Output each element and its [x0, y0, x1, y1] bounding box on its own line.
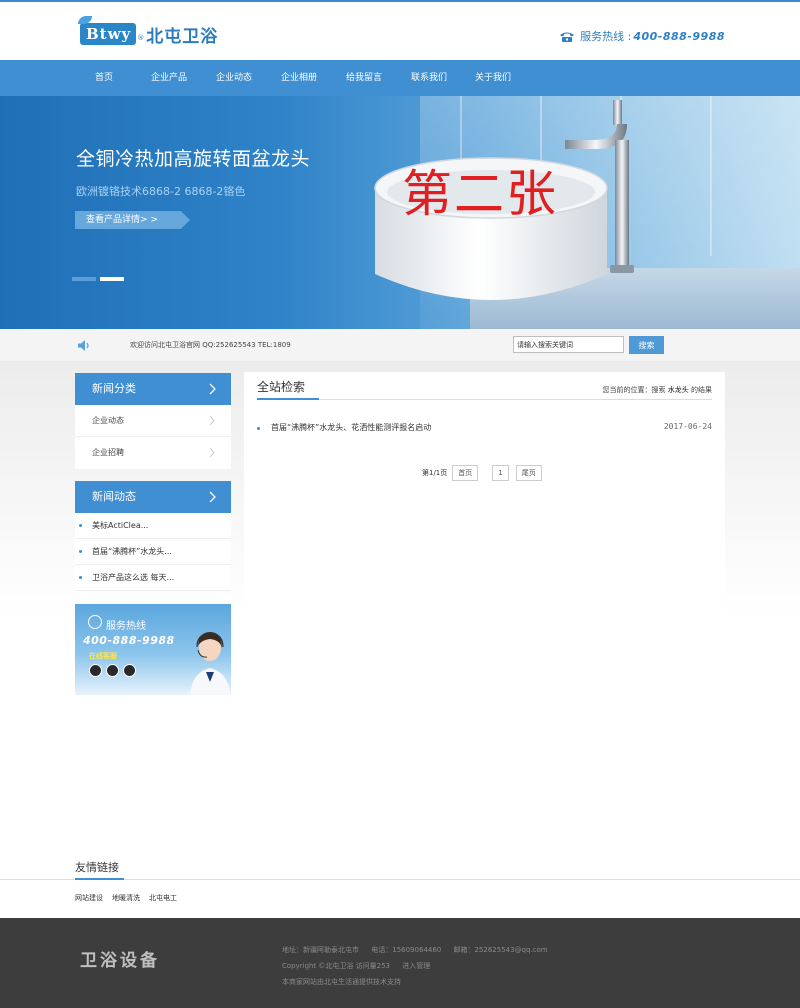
category-item-jobs[interactable]: 企业招聘: [75, 437, 231, 469]
search-input[interactable]: [513, 336, 624, 353]
page-info: 第1/1页: [422, 469, 448, 477]
search-button[interactable]: 搜索: [629, 336, 664, 354]
hotline-label: 服务热线 :: [580, 30, 632, 43]
hotline-number: 400-888-9988: [633, 29, 725, 43]
news-list-item[interactable]: 卫浴产品这么选 每天...: [75, 565, 231, 591]
last-page-button[interactable]: 尾页: [515, 465, 542, 481]
footer-email: 邮箱：252625543@qq.com: [453, 946, 548, 954]
registered-mark: ®: [137, 34, 145, 42]
category-item-news[interactable]: 企业动态: [75, 405, 231, 437]
footer-contact-line: 地址：新疆阿勒泰北屯市 电话：15609064460 邮箱：252625543@…: [282, 945, 558, 955]
search-keyword: 水龙头: [667, 386, 689, 394]
notice-bar: 欢迎访问北屯卫浴官网 QQ:252625543 TEL:1809 搜索: [0, 329, 800, 362]
footer-phone: 电话：15609064460: [371, 946, 442, 954]
header-hotline: 服务热线 : 400-888-9988: [559, 28, 725, 44]
telephone-icon: [560, 32, 575, 42]
category-title: 新闻分类: [92, 382, 136, 395]
banner-title: 全铜冷热加高旋转面盆龙头: [76, 148, 311, 170]
customer-service-agent-image: [190, 632, 231, 695]
friend-link[interactable]: 地暖清洗: [112, 893, 140, 903]
news-header: 新闻动态: [75, 481, 231, 513]
main-nav: 首页 企业产品 企业动态 企业相册 给我留言 联系我们 关于我们: [0, 60, 800, 96]
footer-copyright: Copyright ©北屯卫浴 访问量253: [282, 962, 391, 970]
banner-details-button[interactable]: 查看产品详情> >: [75, 211, 190, 229]
news-list-item[interactable]: 美标ActiClea...: [75, 513, 231, 539]
result-row: 首届“沸腾杯”水龙头、花洒性能测评报名启动 2017-06-24: [257, 422, 712, 436]
panel-title: 全站检索: [257, 380, 306, 394]
banner-subtitle: 欧洲镀铬技术6868-2 6868-2铬色: [76, 185, 246, 198]
breadcrumb: 您当前的位置：搜索 水龙头 的结果: [602, 386, 712, 394]
faucet-image: [565, 100, 634, 273]
chevron-right-icon: [209, 383, 216, 395]
friend-links-underline: [75, 878, 124, 880]
bullet-icon: [257, 427, 260, 430]
nav-album[interactable]: 企业相册: [274, 60, 324, 96]
pagination: 第1/1页 首页 1 尾页: [422, 465, 542, 481]
slide-dot-1[interactable]: [72, 277, 96, 281]
site-header: Btwy ® 北屯卫浴 服务热线 : 400-888-9988: [0, 2, 800, 60]
nav-products[interactable]: 企业产品: [144, 60, 194, 96]
site-footer: 卫浴设备 地址：新疆阿勒泰北屯市 电话：15609064460 邮箱：25262…: [0, 918, 800, 1008]
nav-news[interactable]: 企业动态: [209, 60, 259, 96]
chevron-right-icon: [209, 491, 216, 503]
service-number: 400-888-9988: [83, 634, 175, 647]
result-title-link[interactable]: 首届“沸腾杯”水龙头、花洒性能测评报名启动: [271, 422, 431, 433]
friend-links-list: 网站建设 地暖清洗 北屯电工: [75, 893, 177, 903]
leaf-icon: [78, 16, 92, 24]
footer-support: 本商家网站由北屯生活通提供技术支持: [282, 978, 401, 986]
banner-slide-stamp: 第二张: [402, 165, 558, 223]
phone-circle-icon: [88, 615, 102, 629]
footer-logo: 卫浴设备: [80, 951, 160, 971]
friend-links-title: 友情链接: [75, 861, 119, 874]
chevron-right-icon: [209, 415, 215, 426]
footer-copyright-line: Copyright ©北屯卫浴 访问量253 进入管理: [282, 961, 430, 971]
nav-about[interactable]: 关于我们: [468, 60, 518, 96]
friend-link[interactable]: 北屯电工: [149, 893, 177, 903]
news-list-item[interactable]: 首届“沸腾杯”水龙头...: [75, 539, 231, 565]
admin-login-link[interactable]: 进入管理: [402, 962, 430, 970]
service-title: 服务热线: [106, 621, 146, 632]
nav-contact[interactable]: 联系我们: [404, 60, 454, 96]
online-service-label: 在线客服: [89, 652, 117, 660]
chevron-right-icon: [209, 447, 215, 458]
logo-name: 北屯卫浴: [146, 26, 219, 47]
logo-badge: Btwy: [78, 16, 137, 45]
site-logo[interactable]: Btwy ® 北屯卫浴: [78, 16, 219, 49]
news-dynamics-box: 新闻动态 美标ActiClea... 首届“沸腾杯”水龙头... 卫浴产品这么选…: [75, 481, 231, 591]
page-1-button[interactable]: 1: [492, 465, 509, 481]
category-header: 新闻分类: [75, 373, 231, 405]
nav-home[interactable]: 首页: [82, 60, 126, 96]
bullet-icon: [79, 576, 82, 579]
panel-title-underline: [257, 398, 319, 400]
result-date: 2017-06-24: [663, 422, 712, 431]
welcome-notice: 欢迎访问北屯卫浴官网 QQ:252625543 TEL:1809: [130, 341, 291, 349]
banner-slide-dots: [72, 277, 124, 281]
slide-dot-2[interactable]: [100, 277, 124, 281]
news-title: 新闻动态: [92, 490, 136, 503]
qq-icon[interactable]: [123, 664, 136, 677]
service-hotline-banner[interactable]: 服务热线 400-888-9988 在线客服: [75, 604, 231, 695]
hero-banner: 第二张 全铜冷热加高旋转面盆龙头 欧洲镀铬技术6868-2 6868-2铬色 查…: [0, 96, 800, 329]
nav-message[interactable]: 给我留言: [339, 60, 389, 96]
first-page-button[interactable]: 首页: [452, 465, 479, 481]
logo-badge-text: Btwy: [86, 25, 132, 43]
qq-icon[interactable]: [89, 664, 102, 677]
bullet-icon: [79, 524, 82, 527]
footer-address: 地址：新疆阿勒泰北屯市: [282, 946, 359, 954]
panel-divider: [257, 399, 712, 400]
news-category-box: 新闻分类 企业动态 企业招聘: [75, 373, 231, 469]
bullet-icon: [79, 550, 82, 553]
search-results-panel: 全站检索 您当前的位置：搜索 水龙头 的结果 首届“沸腾杯”水龙头、花洒性能测评…: [244, 372, 725, 617]
qq-icon[interactable]: [106, 664, 119, 677]
friend-link[interactable]: 网站建设: [75, 893, 103, 903]
speaker-icon: [78, 340, 89, 351]
